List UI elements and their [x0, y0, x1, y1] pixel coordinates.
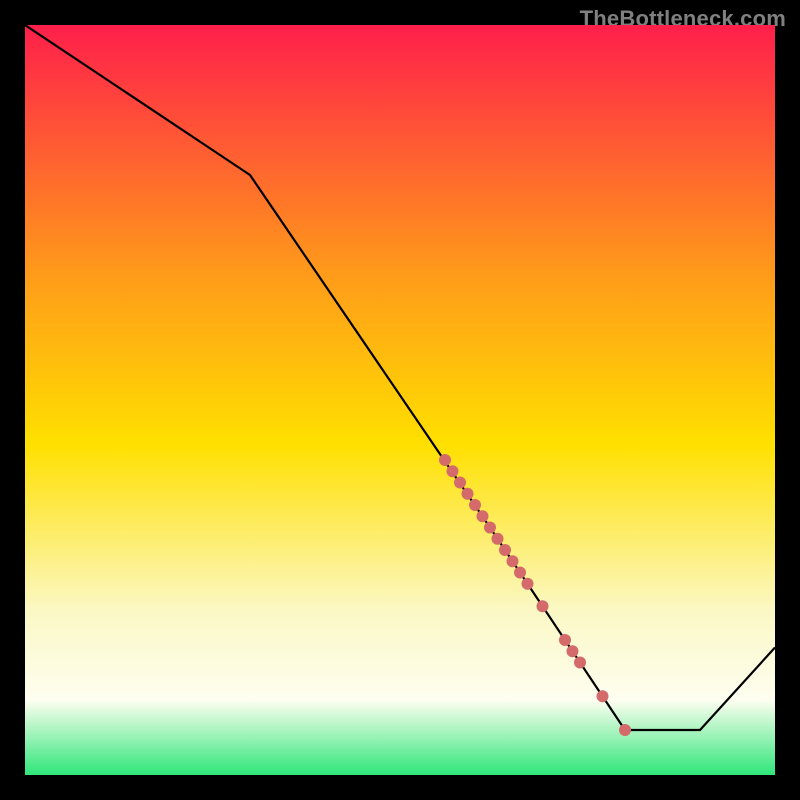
highlight-dot — [507, 555, 519, 567]
highlight-dot — [454, 477, 466, 489]
highlight-dot — [499, 544, 511, 556]
highlight-dot — [492, 533, 504, 545]
highlight-dot — [514, 567, 526, 579]
highlight-dot — [469, 499, 481, 511]
highlight-dot — [574, 657, 586, 669]
highlight-dot — [522, 578, 534, 590]
highlight-dot — [537, 600, 549, 612]
highlight-dot — [477, 510, 489, 522]
highlight-dot — [447, 465, 459, 477]
highlight-dot — [484, 522, 496, 534]
gradient-background — [25, 25, 775, 775]
highlight-dot — [559, 634, 571, 646]
highlight-dot — [439, 454, 451, 466]
highlight-dot — [462, 488, 474, 500]
highlight-dot — [597, 690, 609, 702]
chart-svg — [25, 25, 775, 775]
plot-area — [25, 25, 775, 775]
chart-frame: TheBottleneck.com — [0, 0, 800, 800]
highlight-dot — [567, 645, 579, 657]
highlight-dot — [619, 724, 631, 736]
